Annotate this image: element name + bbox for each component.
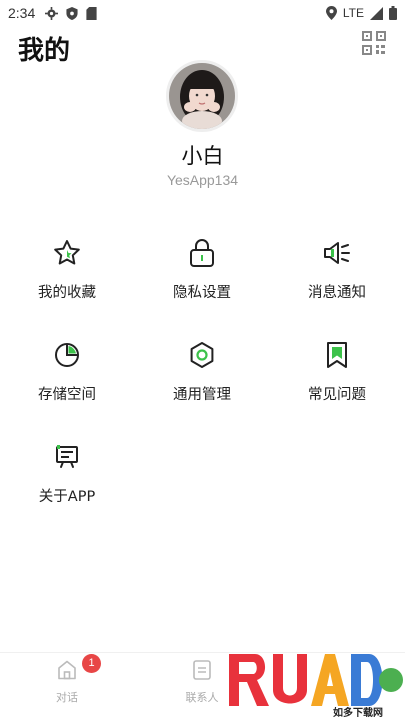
menu-label: 关于APP (38, 489, 96, 505)
easel-icon (56, 445, 78, 468)
watermark-logo: 如多下载网 (225, 648, 405, 720)
unread-badge: 1 (82, 654, 101, 673)
menu-item-about[interactable]: 关于APP (7, 442, 127, 522)
menu-item-faq[interactable]: 常见问题 (277, 340, 397, 420)
location-icon (325, 6, 337, 20)
settings-gear-icon (45, 6, 59, 20)
status-bar: 2:34 LTE (0, 0, 405, 26)
pie-chart-icon (55, 343, 79, 367)
menu-label: 我的收藏 (38, 285, 96, 301)
qr-code-icon (362, 31, 386, 55)
lock-icon (190, 239, 214, 267)
menu-item-privacy[interactable]: 隐私设置 (142, 238, 262, 318)
menu-item-favorites[interactable]: 我的收藏 (7, 238, 127, 318)
avatar-image (169, 63, 235, 129)
user-name: 小白 (181, 144, 224, 168)
network-type: LTE (342, 6, 364, 20)
shield-icon (66, 6, 78, 20)
sd-card-icon (86, 6, 97, 20)
nav-label: 对话 (56, 691, 78, 704)
home-icon (58, 660, 76, 680)
hexagon-nut-icon (190, 342, 214, 368)
menu-label: 隐私设置 (173, 285, 231, 301)
menu-item-notifications[interactable]: 消息通知 (277, 238, 397, 318)
avatar[interactable] (166, 60, 238, 132)
qr-code-button[interactable] (361, 30, 387, 56)
menu-label: 常见问题 (308, 387, 366, 403)
menu-label: 存储空间 (38, 387, 96, 403)
speaker-icon (324, 242, 350, 264)
page-title: 我的 (18, 36, 71, 66)
battery-icon (389, 6, 397, 20)
status-time: 2:34 (8, 5, 36, 21)
star-icon (54, 240, 80, 265)
watermark-text: 如多下载网 (333, 708, 383, 719)
user-id: YesApp134 (166, 172, 239, 188)
menu-item-general[interactable]: 通用管理 (142, 340, 262, 420)
signal-icon (370, 6, 383, 20)
menu-item-storage[interactable]: 存储空间 (7, 340, 127, 420)
menu-label: 通用管理 (173, 387, 231, 403)
menu-label: 消息通知 (308, 285, 366, 301)
bookmark-icon (327, 342, 347, 368)
contacts-icon (193, 660, 211, 680)
